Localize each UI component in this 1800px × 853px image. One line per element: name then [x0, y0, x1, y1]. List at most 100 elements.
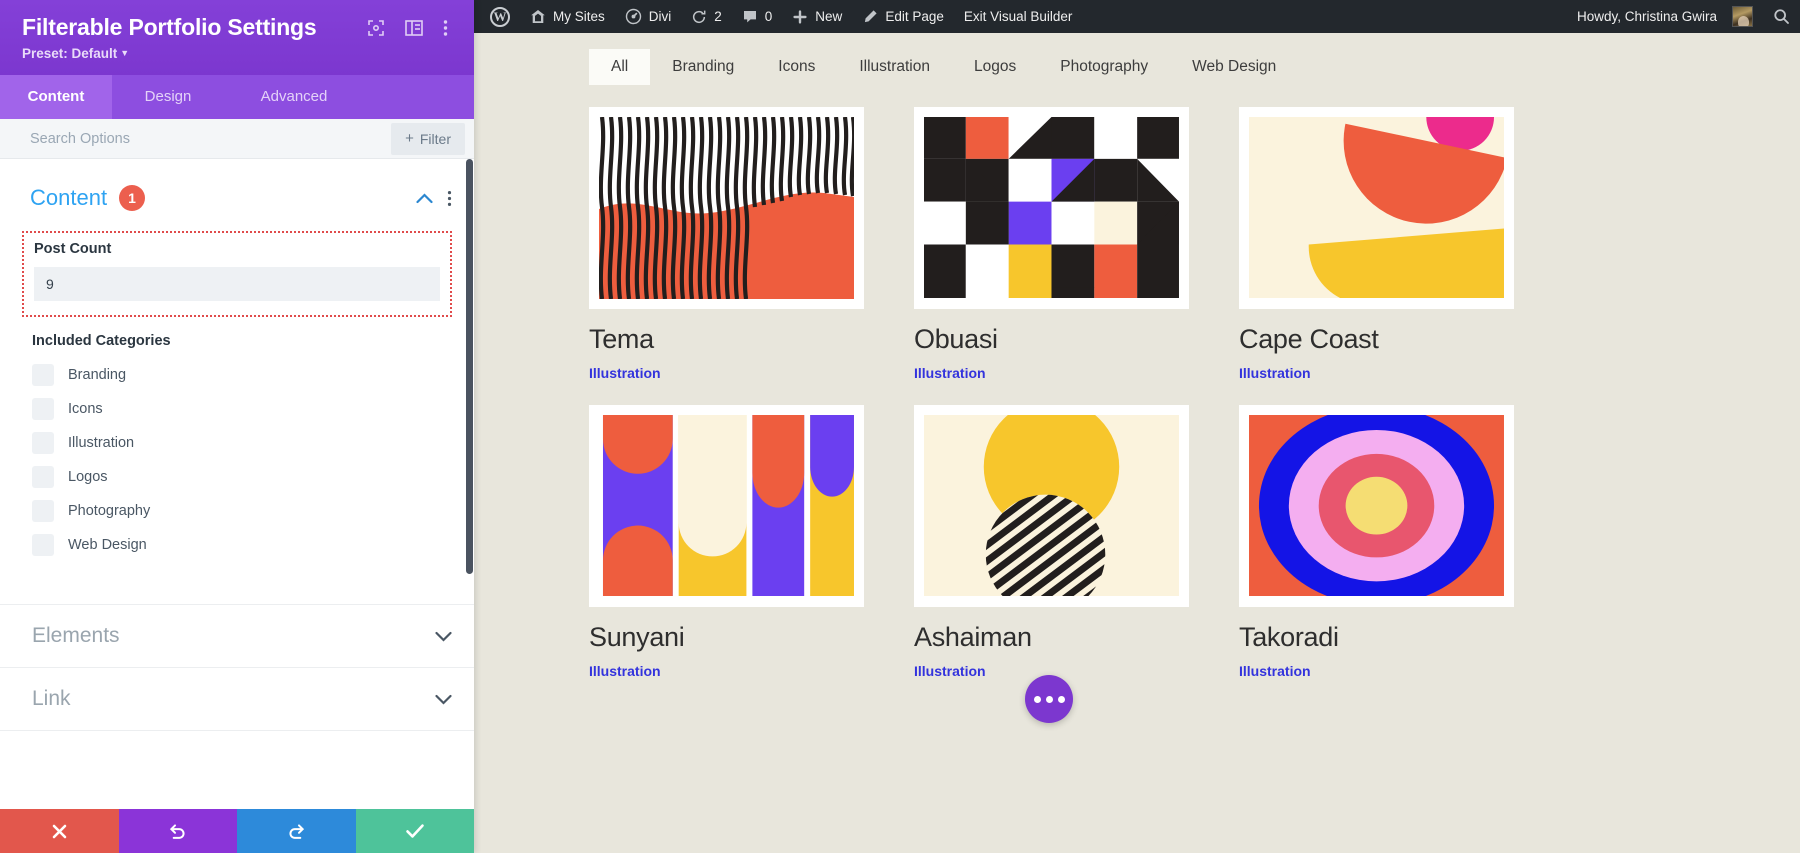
adminbar-edit-page[interactable]: Edit Page — [852, 0, 954, 33]
category-checkbox-photography[interactable]: Photography — [32, 494, 452, 528]
artwork-concentric-circles — [1249, 415, 1504, 597]
kebab-menu-icon[interactable] — [447, 190, 452, 207]
portfolio-category-link[interactable]: Illustration — [914, 365, 986, 381]
chevron-down-icon[interactable] — [435, 694, 452, 705]
filter-tab-branding[interactable]: Branding — [650, 49, 756, 85]
post-count-input[interactable] — [34, 267, 440, 301]
filter-tab-illustration[interactable]: Illustration — [837, 49, 952, 85]
preset-selector[interactable]: Preset: Default▼ — [22, 46, 129, 61]
portfolio-thumbnail[interactable] — [589, 405, 864, 607]
checkbox-icon[interactable] — [32, 364, 54, 386]
portfolio-item[interactable]: Takoradi Illustration — [1239, 405, 1514, 681]
portfolio-category-link[interactable]: Illustration — [1239, 663, 1311, 679]
adminbar-label: New — [815, 9, 842, 24]
fullscreen-icon[interactable] — [367, 19, 385, 37]
panel-body: Content 1 Post Count I — [0, 159, 474, 809]
adminbar-comments[interactable]: 0 — [732, 0, 783, 33]
ellipsis-icon — [1058, 696, 1065, 703]
tab-design[interactable]: Design — [112, 75, 224, 119]
portfolio-thumbnail[interactable] — [589, 107, 864, 309]
ellipsis-icon — [1034, 696, 1041, 703]
portfolio-title[interactable]: Obuasi — [914, 326, 1189, 353]
category-checkbox-branding[interactable]: Branding — [32, 358, 452, 392]
updates-refresh-icon — [691, 9, 707, 25]
pencil-edit-icon — [862, 9, 878, 25]
portfolio-title[interactable]: Cape Coast — [1239, 326, 1514, 353]
save-button[interactable] — [356, 809, 475, 853]
undo-icon — [168, 822, 187, 841]
adminbar-exit-visual-builder[interactable]: Exit Visual Builder — [954, 0, 1083, 33]
portfolio-thumbnail[interactable] — [1239, 107, 1514, 309]
filter-tab-web-design[interactable]: Web Design — [1170, 49, 1298, 85]
category-label: Icons — [68, 401, 103, 417]
layout-icon[interactable] — [405, 20, 423, 36]
sites-house-icon — [530, 9, 546, 25]
checkbox-icon[interactable] — [32, 466, 54, 488]
filter-tab-logos[interactable]: Logos — [952, 49, 1038, 85]
artwork-arcs-cream — [1249, 117, 1504, 299]
portfolio-item[interactable]: Sunyani Illustration — [589, 405, 864, 681]
portfolio-thumbnail[interactable] — [1239, 405, 1514, 607]
checkbox-icon[interactable] — [32, 398, 54, 420]
category-checkbox-icons[interactable]: Icons — [32, 392, 452, 426]
chevron-down-icon: ▼ — [120, 48, 129, 58]
portfolio-item[interactable]: Obuasi Illustration — [914, 107, 1189, 383]
portfolio-title[interactable]: Takoradi — [1239, 624, 1514, 651]
portfolio-thumbnail[interactable] — [914, 405, 1189, 607]
portfolio-category-link[interactable]: Illustration — [589, 663, 661, 679]
close-button[interactable] — [0, 809, 119, 853]
module-actions-fab[interactable] — [1025, 675, 1073, 723]
tab-content[interactable]: Content — [0, 75, 112, 119]
adminbar-updates[interactable]: 2 — [681, 0, 732, 33]
panel-scrollbar[interactable] — [466, 159, 473, 574]
portfolio-title[interactable]: Ashaiman — [914, 624, 1189, 651]
page-preview-stage: W My Sites Divi — [474, 0, 1800, 853]
filter-button[interactable]: + Filter — [391, 123, 465, 155]
portfolio-title[interactable]: Sunyani — [589, 624, 864, 651]
category-checkbox-web-design[interactable]: Web Design — [32, 528, 452, 562]
chevron-down-icon[interactable] — [435, 631, 452, 642]
adminbar-search[interactable] — [1763, 0, 1800, 33]
wordpress-logo-icon: W — [490, 7, 510, 27]
filter-tab-all[interactable]: All — [589, 49, 650, 85]
adminbar-wordpress-logo[interactable]: W — [480, 0, 520, 33]
accordion-elements[interactable]: Elements — [0, 604, 474, 667]
checkbox-icon[interactable] — [32, 500, 54, 522]
category-checkbox-logos[interactable]: Logos — [32, 460, 452, 494]
portfolio-category-link[interactable]: Illustration — [1239, 365, 1311, 381]
portfolio-title[interactable]: Tema — [589, 326, 864, 353]
adminbar-my-sites[interactable]: My Sites — [520, 0, 615, 33]
search-icon — [1773, 8, 1790, 25]
kebab-menu-icon[interactable] — [443, 19, 448, 37]
content-section-header[interactable]: Content 1 — [0, 159, 474, 231]
search-input[interactable] — [30, 131, 391, 147]
adminbar-howdy[interactable]: Howdy, Christina Gwira — [1567, 0, 1763, 33]
category-label: Web Design — [68, 537, 147, 553]
chevron-up-icon[interactable] — [416, 193, 433, 204]
accordion-link[interactable]: Link — [0, 667, 474, 730]
portfolio-item[interactable]: Ashaiman Illustration — [914, 405, 1189, 681]
category-label: Illustration — [68, 435, 134, 451]
artwork-yellow-circle-stripes — [924, 415, 1179, 597]
portfolio-item[interactable]: Cape Coast Illustration — [1239, 107, 1514, 383]
redo-button[interactable] — [237, 809, 356, 853]
howdy-label: Howdy, Christina Gwira — [1577, 9, 1717, 24]
portfolio-grid: Tema Illustration — [474, 97, 1800, 681]
checkbox-icon[interactable] — [32, 534, 54, 556]
tab-advanced[interactable]: Advanced — [224, 75, 364, 119]
preset-label: Preset: Default — [22, 46, 117, 61]
adminbar-divi[interactable]: Divi — [615, 0, 682, 33]
category-checkbox-illustration[interactable]: Illustration — [32, 426, 452, 460]
filter-button-label: Filter — [420, 131, 451, 147]
checkbox-icon[interactable] — [32, 432, 54, 454]
filter-tab-icons[interactable]: Icons — [756, 49, 837, 85]
portfolio-category-link[interactable]: Illustration — [914, 663, 986, 679]
portfolio-item[interactable]: Tema Illustration — [589, 107, 864, 383]
panel-title: Filterable Portfolio Settings — [22, 14, 367, 41]
filter-tab-photography[interactable]: Photography — [1038, 49, 1170, 85]
included-categories-block: Included Categories Branding Icons Illus… — [0, 317, 474, 562]
adminbar-new[interactable]: New — [782, 0, 852, 33]
undo-button[interactable] — [119, 809, 238, 853]
portfolio-category-link[interactable]: Illustration — [589, 365, 661, 381]
portfolio-thumbnail[interactable] — [914, 107, 1189, 309]
